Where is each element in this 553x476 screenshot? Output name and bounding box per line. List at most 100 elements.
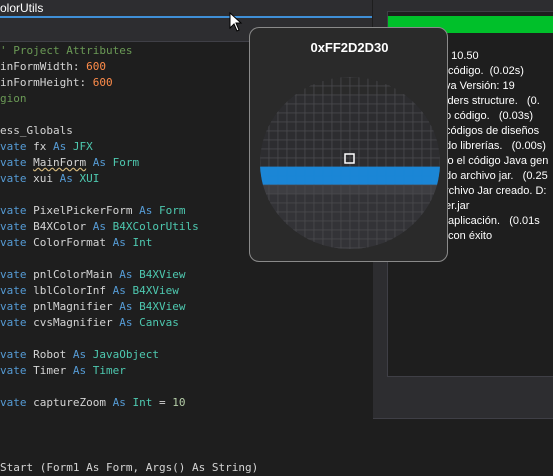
magnifier-pixel bbox=[331, 103, 342, 114]
magnifier-pixel bbox=[385, 112, 396, 123]
magnifier-pixel bbox=[313, 211, 324, 222]
magnifier-pixel bbox=[367, 77, 378, 87]
magnifier-pixel bbox=[313, 202, 324, 213]
magnifier-pixel bbox=[385, 139, 396, 150]
magnifier-pixel bbox=[430, 229, 440, 240]
magnifier-pixel bbox=[376, 211, 387, 222]
magnifier-pixel bbox=[394, 211, 405, 222]
magnifier-pixel bbox=[376, 139, 387, 150]
magnifier-pixel bbox=[412, 211, 423, 222]
magnifier-pixel bbox=[322, 77, 333, 87]
magnifier-pixel bbox=[304, 229, 315, 240]
code-token: vate bbox=[0, 204, 34, 217]
magnifier-pixel bbox=[304, 85, 315, 96]
magnifier-pixel bbox=[313, 238, 324, 249]
magnifier-pixel bbox=[376, 77, 387, 87]
magnifier-pixel bbox=[277, 94, 288, 105]
magnifier-pixel bbox=[268, 220, 279, 231]
magnifier-pixel bbox=[331, 77, 342, 87]
magnifier-pixel bbox=[421, 103, 432, 114]
magnifier-pixel bbox=[304, 193, 315, 204]
magnifier-pixel bbox=[340, 112, 351, 123]
magnifier-pixel bbox=[340, 238, 351, 249]
magnifier-pixel bbox=[295, 157, 306, 168]
magnifier-pixel bbox=[304, 202, 315, 213]
tab-colorutils[interactable]: olorUtils bbox=[0, 0, 49, 16]
magnifier-pixel bbox=[313, 247, 324, 249]
code-token: Form bbox=[158, 204, 186, 217]
magnifier-pixel bbox=[394, 77, 405, 87]
magnifier-pixel bbox=[367, 175, 378, 186]
magnifier-pixel bbox=[313, 157, 324, 168]
code-token: 10 bbox=[172, 396, 186, 409]
magnifier-pixel bbox=[331, 202, 342, 213]
magnifier-pixel bbox=[295, 77, 306, 87]
magnifier-pixel bbox=[268, 121, 279, 132]
code-token: vate bbox=[0, 300, 34, 313]
magnifier-pixel bbox=[304, 94, 315, 105]
magnifier-pixel bbox=[412, 112, 423, 123]
magnifier-pixel bbox=[313, 130, 324, 141]
magnifier-pixel bbox=[385, 247, 396, 249]
magnifier-pixel bbox=[286, 238, 297, 249]
magnifier-pixel bbox=[385, 193, 396, 204]
magnifier-pixel bbox=[322, 139, 333, 150]
magnifier-pixel bbox=[260, 211, 270, 222]
magnifier-pixel bbox=[376, 184, 387, 195]
magnifier-pixel bbox=[421, 202, 432, 213]
magnifier-pixel bbox=[286, 175, 297, 186]
magnifier-pixel bbox=[286, 229, 297, 240]
magnifier-pixel bbox=[403, 157, 414, 168]
code-line: vate PixelPickerForm As Form bbox=[0, 203, 185, 219]
magnifier-pixel bbox=[268, 229, 279, 240]
magnifier-pixel bbox=[295, 175, 306, 186]
magnifier-pixel bbox=[340, 94, 351, 105]
code-line: vate cvsMagnifier As Canvas bbox=[0, 315, 179, 331]
code-token: As bbox=[66, 364, 93, 377]
magnifier-pixel bbox=[340, 193, 351, 204]
magnifier-pixel bbox=[277, 139, 288, 150]
magnifier-pixel bbox=[394, 166, 405, 177]
magnifier-pixel bbox=[403, 202, 414, 213]
code-token: vate bbox=[0, 140, 34, 153]
code-token: vate bbox=[0, 156, 34, 169]
magnifier-pixel bbox=[260, 121, 270, 132]
magnifier-pixel bbox=[268, 211, 279, 222]
magnifier-pixel bbox=[331, 121, 342, 132]
magnifier-pixel bbox=[412, 130, 423, 141]
magnifier-pixel bbox=[394, 139, 405, 150]
active-tab-indicator bbox=[0, 16, 372, 18]
magnifier-pixel bbox=[322, 193, 333, 204]
magnifier-pixel bbox=[412, 77, 423, 87]
magnifier-pixel bbox=[340, 175, 351, 186]
magnifier-pixel bbox=[430, 166, 440, 177]
magnifier-pixel bbox=[295, 202, 306, 213]
log-line: códigos de diseños bbox=[445, 125, 540, 137]
magnifier-pixel bbox=[367, 211, 378, 222]
magnifier-pixel bbox=[268, 103, 279, 114]
magnifier-pixel bbox=[313, 121, 324, 132]
magnifier-pixel bbox=[430, 139, 440, 150]
magnifier-pixel bbox=[322, 166, 333, 177]
log-line: aplicación. (0.01s bbox=[445, 215, 540, 227]
magnifier-pixel bbox=[340, 130, 351, 141]
magnifier-pixel bbox=[403, 139, 414, 150]
magnifier-pixel bbox=[268, 184, 279, 195]
magnifier-pixel bbox=[394, 121, 405, 132]
magnifier-pixel bbox=[412, 148, 423, 159]
magnifier-pixel bbox=[295, 139, 306, 150]
magnifier-pixel bbox=[322, 157, 333, 168]
code-token: xui bbox=[33, 172, 53, 185]
magnifier-pixel bbox=[304, 247, 315, 249]
code-token: = bbox=[152, 396, 173, 409]
magnifier-pixel bbox=[322, 121, 333, 132]
magnifier-pixel bbox=[430, 130, 440, 141]
magnifier-pixel bbox=[304, 148, 315, 159]
magnifier-pixel bbox=[313, 175, 324, 186]
magnifier-pixel bbox=[322, 211, 333, 222]
code-token: As bbox=[112, 300, 140, 313]
magnifier-pixel bbox=[313, 139, 324, 150]
magnifier-pixel bbox=[403, 130, 414, 141]
code-token: pnlColorMain bbox=[33, 268, 113, 281]
magnifier-pixel bbox=[340, 166, 351, 177]
